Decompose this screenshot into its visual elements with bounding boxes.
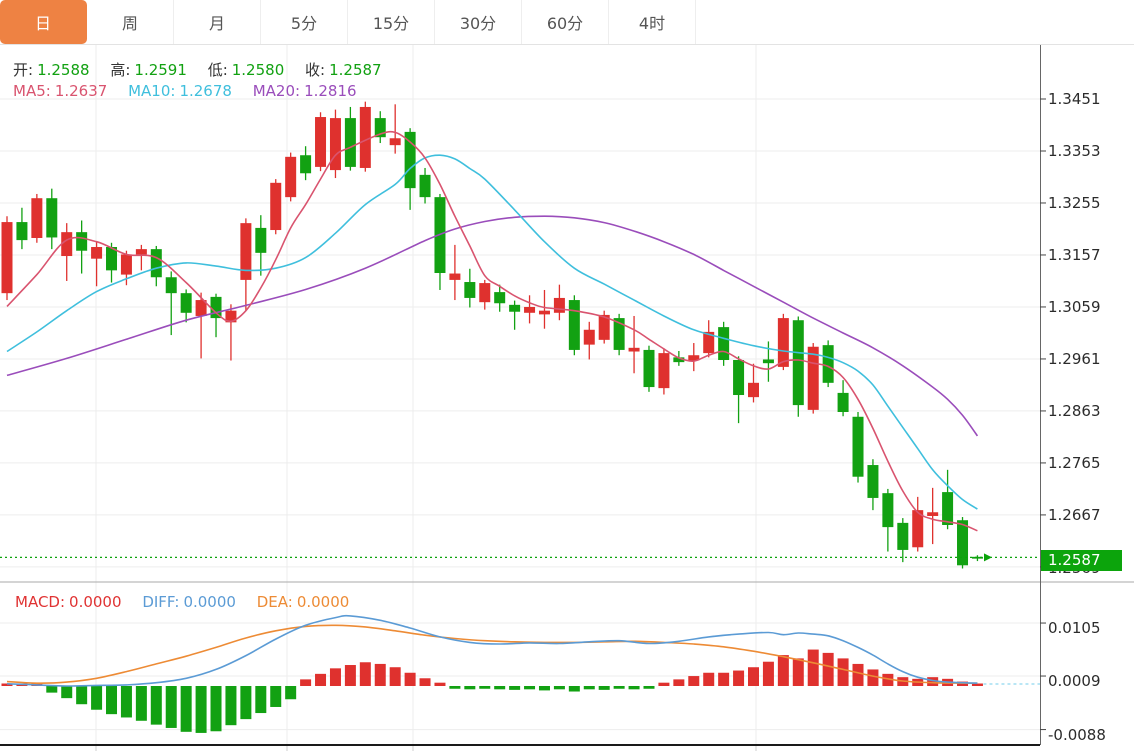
open-value: 1.2588 [37, 61, 90, 79]
ma10-line [7, 155, 977, 509]
dea-value: 0.0000 [297, 593, 350, 611]
price-axis-label: 1.2961 [1048, 350, 1101, 368]
tab-60min[interactable]: 60分 [522, 0, 609, 44]
ma-readout: MA5:1.2637 MA10:1.2678 MA20:1.2816 [13, 82, 361, 100]
price-arrow-icon [984, 553, 992, 561]
current-price-tag: 1.2587 [1041, 550, 1122, 571]
current-price-line [0, 553, 1040, 561]
high-label: 高: [110, 61, 130, 79]
close-value: 1.2587 [329, 61, 382, 79]
tab-day[interactable]: 日 [0, 0, 87, 44]
macd-axis-label: -0.0088 [1048, 726, 1106, 744]
tab-15min[interactable]: 15分 [348, 0, 435, 44]
tab-30min[interactable]: 30分 [435, 0, 522, 44]
tab-4hour[interactable]: 4时 [609, 0, 696, 44]
tab-month[interactable]: 月 [174, 0, 261, 44]
macd-histogram [2, 650, 983, 733]
ma20-label: MA20: [253, 82, 300, 100]
dea-label: DEA: [257, 593, 293, 611]
diff-value: 0.0000 [183, 593, 236, 611]
low-value: 1.2580 [232, 61, 285, 79]
ma20-value: 1.2816 [304, 82, 357, 100]
price-axis-label: 1.2765 [1048, 454, 1101, 472]
candlestick-series [2, 102, 983, 569]
price-axis-label: 1.3255 [1048, 194, 1101, 212]
high-value: 1.2591 [134, 61, 187, 79]
macd-axis-label: 0.0105 [1048, 619, 1101, 637]
macd-readout: MACD:0.0000 DIFF:0.0000 DEA:0.0000 [15, 593, 353, 611]
ma5-label: MA5: [13, 82, 51, 100]
tab-5min[interactable]: 5分 [261, 0, 348, 44]
ma5-value: 1.2637 [55, 82, 108, 100]
gridlines [0, 45, 1040, 751]
macd-value: 0.0000 [69, 593, 122, 611]
price-axis-label: 1.3059 [1048, 298, 1101, 316]
tab-week[interactable]: 周 [87, 0, 174, 44]
open-label: 开: [13, 61, 33, 79]
macd-label: MACD: [15, 593, 65, 611]
macd-axis-label: 0.0009 [1048, 672, 1101, 690]
diff-label: DIFF: [142, 593, 179, 611]
period-tabbar: 日周月5分15分30分60分4时 [0, 0, 1134, 45]
price-axis-label: 1.2863 [1048, 402, 1101, 420]
price-axis-label: 1.3157 [1048, 246, 1101, 264]
low-label: 低: [208, 61, 228, 79]
ma10-label: MA10: [128, 82, 175, 100]
ohlc-readout: 开:1.2588 高:1.2591 低:1.2580 收:1.2587 [13, 59, 386, 80]
price-axis-label: 1.3451 [1048, 90, 1101, 108]
ma10-value: 1.2678 [179, 82, 232, 100]
close-label: 收: [305, 61, 325, 79]
candlestick-chart-canvas[interactable] [0, 0, 1134, 751]
price-axis-label: 1.2667 [1048, 506, 1101, 524]
price-axis-label: 1.3353 [1048, 142, 1101, 160]
ma-lines [7, 132, 977, 531]
axes [0, 45, 1134, 745]
